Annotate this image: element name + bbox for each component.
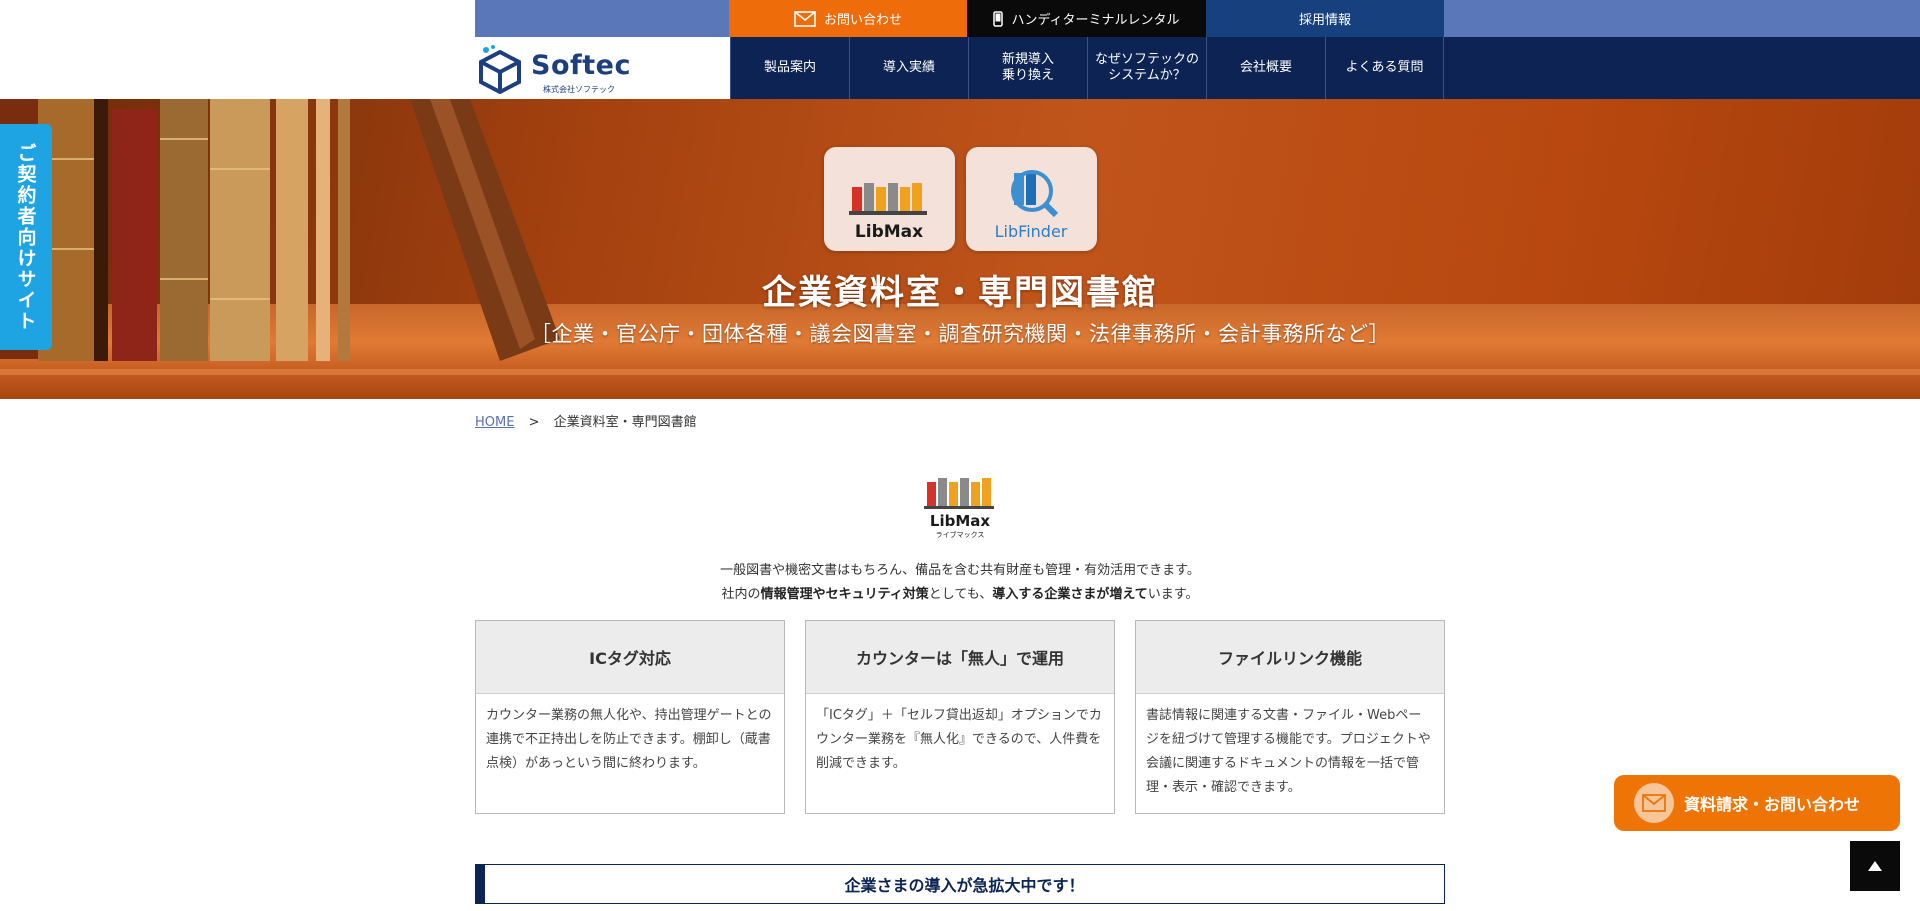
- feature-card-title: カウンターは「無人」で運用: [806, 621, 1114, 694]
- libmax-logo-icon: LibMax: [849, 183, 927, 242]
- breadcrumb-separator: >: [528, 415, 540, 430]
- cube-logo-icon: [477, 44, 523, 98]
- nav-why-softec[interactable]: なぜソフテックの システムか？: [1087, 37, 1206, 99]
- breadcrumb-current: 企業資料室・専門図書館: [553, 415, 697, 430]
- mail-icon: [1634, 783, 1674, 823]
- feature-card-file-link: ファイルリンク機能 書誌情報に関連する文書・ファイル・Webページを紐づけて管理…: [1135, 620, 1445, 814]
- nav-label: 製品案内: [763, 60, 816, 75]
- hero-title: 企業資料室・専門図書館: [762, 273, 1158, 313]
- intro-line-2: 社内の情報管理やセキュリティ対策としても、導入する企業さまが増えています。: [721, 587, 1199, 602]
- feature-card-unmanned-counter: カウンターは「無人」で運用 「ICタグ」＋「セルフ貸出返却」オプションでカウンタ…: [805, 620, 1115, 814]
- logo-wordmark: Softec: [531, 50, 631, 81]
- libfinder-product-tile[interactable]: LibFinder: [966, 147, 1097, 251]
- floating-contact-button[interactable]: 資料請求・お問い合わせ: [1614, 775, 1900, 831]
- nav-company[interactable]: 会社概要: [1206, 37, 1325, 99]
- libmax-intro-logo: LibMax ライブマックス: [915, 474, 1005, 540]
- nav-label: 新規導入 乗り換え: [1001, 52, 1054, 83]
- feature-card-title: ファイルリンク機能: [1136, 621, 1444, 694]
- intro-logo-sub: ライブマックス: [936, 530, 985, 539]
- breadcrumb-home-link[interactable]: HOME: [475, 415, 514, 430]
- nav-label: なぜソフテックの システムか？: [1094, 52, 1199, 83]
- libmax-tile-label: LibMax: [855, 222, 923, 242]
- handy-rental-link[interactable]: ハンディターミナルレンタル: [967, 0, 1206, 37]
- hero-banner: LibMax LibFinder 企業資料室・専門図書館 ［企業・官公庁・団体各…: [0, 99, 1920, 399]
- scroll-to-top-button[interactable]: [1850, 841, 1900, 891]
- logo-subtext: 株式会社ソフテック: [543, 85, 615, 94]
- softec-logo[interactable]: Softec 株式会社ソフテック: [475, 40, 635, 96]
- nav-faq[interactable]: よくある質問: [1325, 37, 1444, 99]
- phone-icon: [993, 10, 1004, 27]
- feature-card-title: ICタグ対応: [476, 621, 784, 694]
- feature-card-body: 「ICタグ」＋「セルフ貸出返却」オプションでカウンター業務を『無人化』できるので…: [816, 708, 1102, 771]
- intro-text: 一般図書や機密文書はもちろん、備品を含む共有財産も管理・有効活用できます。 社内…: [0, 559, 1920, 607]
- contractor-site-tab[interactable]: ご契約者向けサイト: [0, 124, 52, 350]
- libfinder-logo-icon: LibFinder: [995, 170, 1068, 241]
- mail-icon: [794, 10, 816, 27]
- arrow-up-icon: [1867, 857, 1883, 876]
- nav-label: 導入実績: [882, 60, 935, 75]
- feature-card-body: 書誌情報に関連する文書・ファイル・Webページを紐づけて管理する機能です。プロジ…: [1146, 708, 1431, 795]
- handy-rental-label: ハンディターミナルレンタル: [1011, 13, 1180, 28]
- intro-logo-name: LibMax: [930, 512, 990, 530]
- recruit-label: 採用情報: [1298, 13, 1351, 28]
- recruit-link[interactable]: 採用情報: [1206, 0, 1444, 37]
- feature-card-body: カウンター業務の無人化や、持出管理ゲートとの連携で不正持出しを防止できます。棚卸…: [486, 708, 772, 771]
- contact-link[interactable]: お問い合わせ: [729, 0, 967, 37]
- nav-new-install[interactable]: 新規導入 乗り換え: [968, 37, 1087, 99]
- nav-products[interactable]: 製品案内: [730, 37, 849, 99]
- libmax-product-tile[interactable]: LibMax: [824, 147, 955, 251]
- breadcrumb: HOME > 企業資料室・専門図書館: [475, 411, 697, 430]
- nav-case-studies[interactable]: 導入実績: [849, 37, 968, 99]
- floating-contact-label: 資料請求・お問い合わせ: [1684, 795, 1861, 814]
- intro-line-1: 一般図書や機密文書はもちろん、備品を含む共有財産も管理・有効活用できます。: [720, 563, 1200, 578]
- nav-label: よくある質問: [1345, 60, 1424, 75]
- contact-link-label: お問い合わせ: [823, 13, 902, 28]
- hero-subtitle: ［企業・官公庁・団体各種・議会図書室・調査研究機関・法律事務所・会計事務所など］: [530, 322, 1390, 346]
- libfinder-tile-label: LibFinder: [995, 222, 1068, 241]
- nav-label: 会社概要: [1239, 60, 1292, 75]
- feature-card-ic-tag: ICタグ対応 カウンター業務の無人化や、持出管理ゲートとの連携で不正持出しを防止…: [475, 620, 785, 814]
- section-heading: 企業さまの導入が急拡大中です！: [475, 864, 1445, 904]
